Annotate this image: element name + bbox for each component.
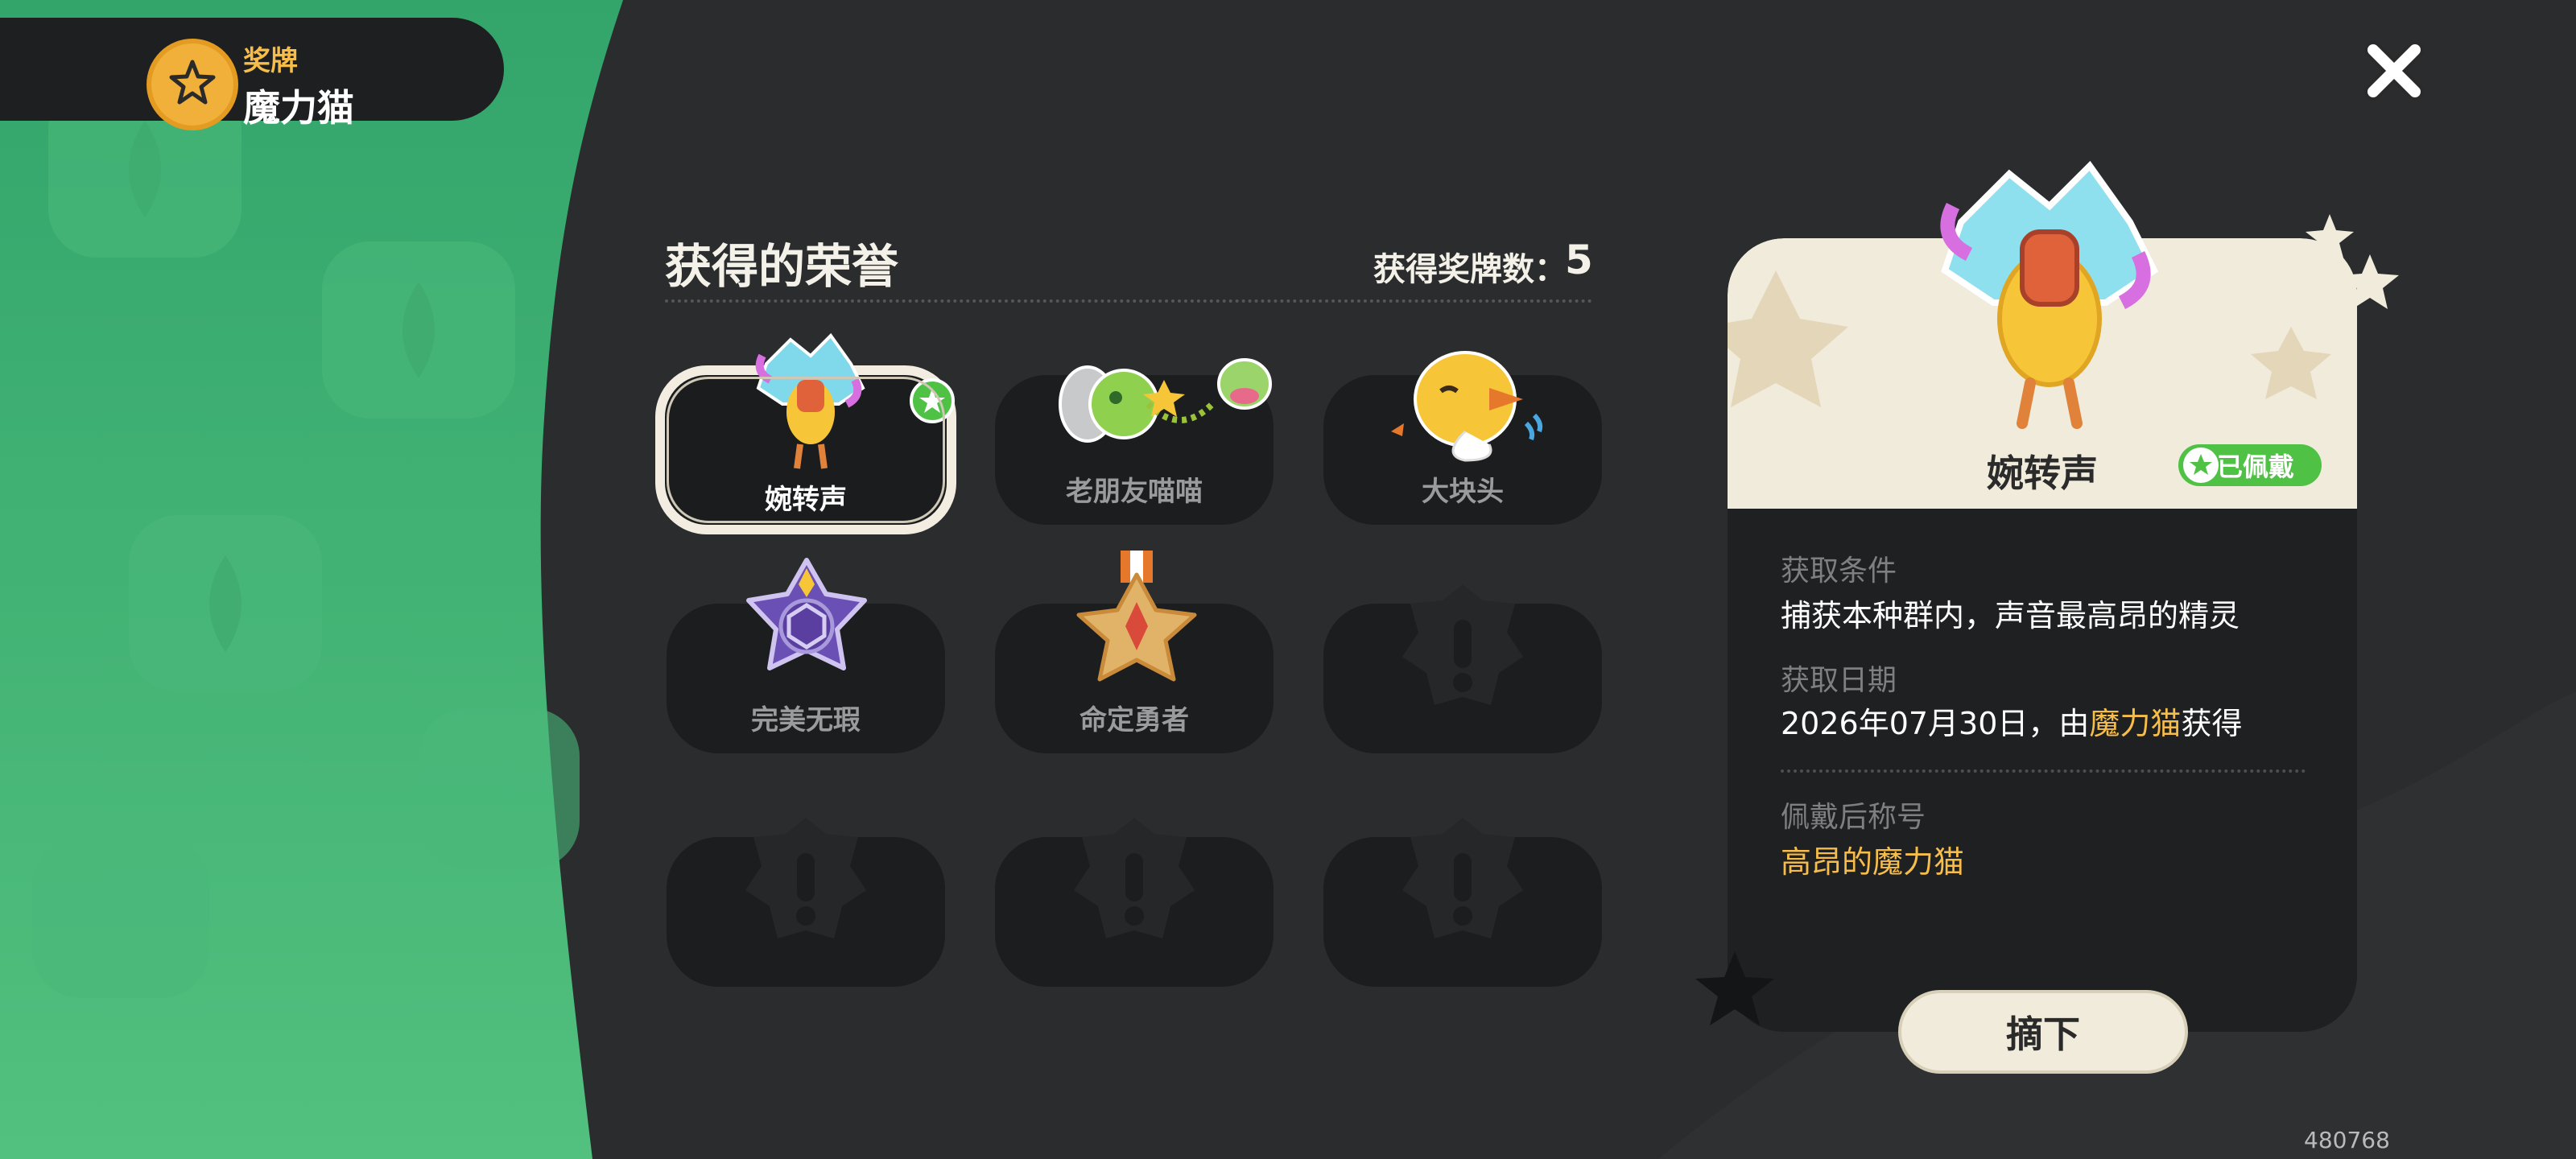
equipped-badge-label: 已佩戴 [2217,452,2295,482]
medal-slot-flawless[interactable]: 完美无瑕 [667,558,945,753]
old-friend-meow-medal-icon [1059,358,1272,443]
medal-slot-big-guy[interactable]: 大块头 [1323,351,1602,525]
medal-label: 婉转声 [765,484,847,516]
locked-medal-icon [1402,584,1523,705]
medal-slot-locked[interactable] [1323,584,1602,753]
medal-label: 老朋友喵喵 [1066,476,1203,508]
title-label: 佩戴后称号 [1781,801,1926,834]
close-button[interactable] [2360,39,2428,106]
title-text: 高昂的魔力猫 [1781,844,1965,880]
gold-star-medal-icon [1076,551,1197,682]
equipped-badge: 已佩戴 [2178,444,2322,486]
big-guy-medal-icon [1391,351,1543,462]
star-icon [2183,448,2219,483]
sparkle-stars [2306,214,2399,309]
locked-medal-icon [1402,818,1523,938]
date-prefix: 2026年07月30日，由 [1781,706,2090,741]
honors-title: 获得的荣誉 [665,239,899,294]
dark-star-decoration [1695,951,1774,1025]
date-text: 2026年07月30日，由魔力猫获得 [1781,699,2242,743]
equipped-star-icon [910,378,955,427]
locked-medal-icon [745,818,866,938]
singing-duck-medal-icon [1940,160,2159,429]
locked-medal-icon [1074,818,1195,938]
condition-text: 捕获本种群内，声音最高昂的精灵 [1781,598,2240,633]
purple-star-medal-icon [746,558,867,670]
header-pet-name: 魔力猫 [243,86,354,130]
date-suffix: 获得 [2181,706,2243,741]
user-id: 480768 [2304,1127,2390,1153]
medal-slot-locked[interactable] [667,818,945,987]
medal-label: 大块头 [1422,476,1504,508]
detail-divider [1781,769,2306,773]
star-icon [167,57,218,112]
date-label: 获取日期 [1781,664,1897,697]
medal-slot-locked[interactable] [995,818,1274,987]
medal-category-badge [147,39,238,130]
medal-count-value: 5 [1565,237,1593,283]
medal-count-label: 获得奖牌数： [1373,251,1567,288]
medal-label: 命定勇者 [1080,704,1189,736]
remove-medal-button[interactable]: 摘下 [1898,990,2188,1074]
medal-header: 奖牌 魔力猫 [0,18,504,130]
section-divider [665,299,1592,303]
medal-slot-destined-hero[interactable]: 命定勇者 [995,551,1274,753]
condition-label: 获取条件 [1781,555,1897,588]
medal-slot-singing[interactable]: 婉转声 [655,332,956,534]
singing-duck-medal-icon [755,332,865,469]
medal-slot-locked[interactable] [1323,818,1602,987]
header-category: 奖牌 [243,45,298,77]
close-icon [2362,39,2426,106]
medal-slot-old-friend[interactable]: 老朋友喵喵 [995,358,1274,525]
date-owner: 魔力猫 [2089,706,2182,741]
medal-label: 完美无瑕 [751,704,861,736]
